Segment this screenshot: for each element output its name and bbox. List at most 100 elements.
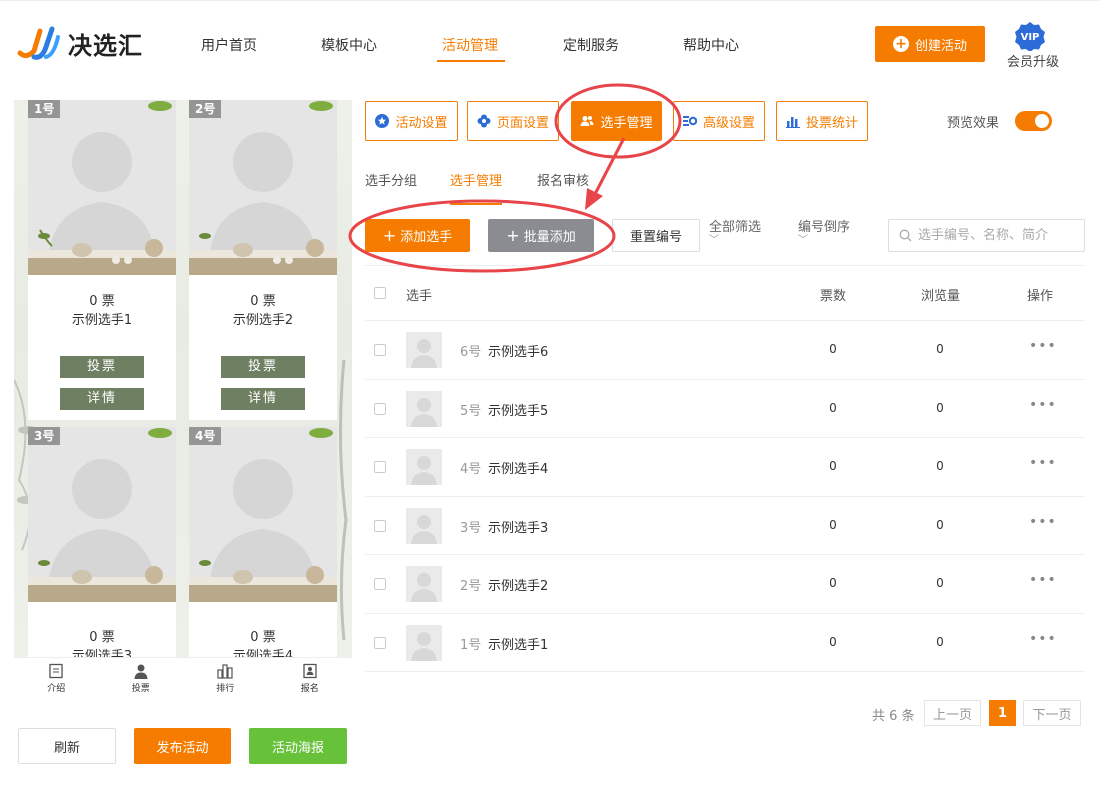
sort-dropdown[interactable]: 编号倒序 ﹀ bbox=[798, 220, 850, 246]
brand-name: 决选汇 bbox=[68, 31, 143, 60]
preview-effect-label: 预览效果 bbox=[947, 116, 1000, 131]
plus-circle-icon: + bbox=[892, 36, 909, 52]
player-name: 示例选手3 bbox=[488, 520, 549, 536]
player-votes: 0 票 bbox=[89, 630, 115, 645]
nav-active-indicator bbox=[437, 60, 505, 62]
table-row[interactable]: 1号 示例选手1 0 0 ••• bbox=[365, 614, 1085, 672]
tab-vote-stats[interactable]: 投票统计 bbox=[776, 101, 868, 141]
player-number-badge: 2号 bbox=[189, 100, 222, 118]
search-input[interactable] bbox=[918, 228, 1083, 243]
player-view-count: 0 bbox=[936, 342, 944, 356]
tab-activity-settings[interactable]: 活动设置 bbox=[365, 101, 458, 141]
svg-text:VIP: VIP bbox=[1021, 32, 1040, 43]
player-view-count: 0 bbox=[936, 517, 944, 532]
create-activity-button[interactable]: + 创建活动 bbox=[875, 26, 985, 62]
more-actions-icon[interactable]: ••• bbox=[1029, 514, 1057, 530]
more-actions-icon[interactable]: ••• bbox=[1029, 397, 1057, 413]
more-actions-icon[interactable]: ••• bbox=[1029, 631, 1057, 647]
pagination: 共 6 条 上一页 1 下一页 bbox=[0, 700, 1100, 726]
signup-icon bbox=[303, 663, 317, 679]
detail-button[interactable]: 详情 bbox=[221, 388, 305, 410]
tab-label: 页面设置 bbox=[496, 115, 549, 131]
more-actions-icon[interactable]: ••• bbox=[1029, 455, 1057, 471]
current-page-button[interactable]: 1 bbox=[989, 700, 1016, 726]
player-votes: 0 票 bbox=[89, 294, 115, 309]
subtab-signup-review[interactable]: 报名审核 bbox=[537, 170, 589, 189]
player-search-box[interactable] bbox=[888, 219, 1085, 252]
player-photo bbox=[189, 100, 337, 275]
vote-button[interactable]: 投票 bbox=[60, 356, 144, 378]
nav-help[interactable]: 帮助中心 bbox=[683, 35, 739, 55]
bottom-nav-label: 排行 bbox=[216, 684, 235, 694]
add-player-button[interactable]: + 添加选手 bbox=[365, 219, 470, 252]
nav-home[interactable]: 用户首页 bbox=[201, 35, 257, 55]
bottom-nav-vote[interactable]: 投票 bbox=[99, 658, 184, 699]
bottom-nav-signup[interactable]: 报名 bbox=[268, 658, 353, 699]
refresh-button[interactable]: 刷新 bbox=[18, 728, 116, 764]
sort-dropdown-label: 编号倒序 bbox=[798, 220, 851, 235]
player-view-count: 0 bbox=[936, 400, 944, 415]
player-avatar bbox=[406, 449, 442, 485]
row-checkbox[interactable] bbox=[374, 402, 386, 415]
search-icon bbox=[899, 229, 912, 242]
brand-logo[interactable]: 决选汇 bbox=[16, 23, 143, 63]
reset-numbering-button[interactable]: 重置编号 bbox=[612, 219, 700, 252]
vip-badge-icon[interactable]: VIP bbox=[1014, 21, 1046, 51]
more-actions-icon[interactable]: ••• bbox=[1029, 572, 1057, 588]
row-checkbox[interactable] bbox=[374, 519, 386, 532]
star-icon bbox=[375, 114, 390, 128]
player-name: 示例选手4 bbox=[232, 649, 294, 657]
player-card-1[interactable]: 1号 0 票 示例选手1 投票 详情 bbox=[28, 100, 176, 420]
filter-dropdown[interactable]: 全部筛选 ﹀ bbox=[709, 220, 761, 246]
select-all-checkbox[interactable] bbox=[374, 287, 386, 299]
bottom-nav-intro[interactable]: 介绍 bbox=[14, 658, 99, 699]
top-header: 决选汇 用户首页 模板中心 活动管理 定制服务 帮助中心 + 创建活动 VIP … bbox=[0, 0, 1100, 86]
row-checkbox[interactable] bbox=[374, 344, 386, 356]
preview-effect-toggle[interactable] bbox=[1015, 111, 1052, 131]
player-number: 4号 bbox=[460, 462, 482, 477]
activity-poster-button[interactable]: 活动海报 bbox=[249, 728, 347, 764]
row-checkbox[interactable] bbox=[374, 636, 386, 649]
tab-label: 高级设置 bbox=[702, 115, 755, 131]
next-page-button[interactable]: 下一页 bbox=[1023, 700, 1081, 726]
tab-label: 投票统计 bbox=[805, 115, 858, 131]
table-body: 6号 示例选手6 0 0 ••• 5号 示例选手5 0 0 ••• 4号 示例选… bbox=[365, 321, 1085, 672]
vote-button[interactable]: 投票 bbox=[221, 356, 305, 378]
table-row[interactable]: 3号 示例选手3 0 0 ••• bbox=[365, 497, 1085, 555]
player-card-2[interactable]: 2号 0 票 示例选手2 投票 详情 bbox=[189, 100, 337, 420]
bottom-nav-ranking[interactable]: 排行 bbox=[183, 658, 268, 699]
publish-activity-button[interactable]: 发布活动 bbox=[134, 728, 231, 764]
player-avatar bbox=[406, 390, 442, 427]
table-row[interactable]: 2号 示例选手2 0 0 ••• bbox=[365, 555, 1085, 614]
annotation-arrow-head bbox=[585, 188, 603, 210]
prev-page-button[interactable]: 上一页 bbox=[924, 700, 981, 726]
bottom-nav-label: 投票 bbox=[131, 684, 150, 694]
more-actions-icon[interactable]: ••• bbox=[1029, 338, 1057, 354]
row-checkbox[interactable] bbox=[374, 578, 386, 590]
nav-custom-service[interactable]: 定制服务 bbox=[563, 35, 619, 55]
tab-page-settings[interactable]: 页面设置 bbox=[467, 101, 559, 141]
player-votes: 0 票 bbox=[250, 630, 276, 645]
nav-activity-manage[interactable]: 活动管理 bbox=[442, 35, 498, 55]
bottom-nav-label: 报名 bbox=[300, 684, 319, 694]
table-row[interactable]: 5号 示例选手5 0 0 ••• bbox=[365, 380, 1085, 438]
bar-chart-icon bbox=[785, 117, 800, 128]
player-name: 示例选手5 bbox=[488, 403, 549, 419]
subtab-player-manage[interactable]: 选手管理 bbox=[450, 170, 502, 189]
player-card-3[interactable]: 3号 0 票 示例选手3 bbox=[28, 427, 176, 657]
vip-upgrade-link[interactable]: 会员升级 bbox=[1002, 51, 1064, 70]
detail-button[interactable]: 详情 bbox=[60, 388, 144, 410]
batch-add-button[interactable]: + 批量添加 bbox=[488, 219, 594, 252]
mobile-preview[interactable]: 1号 0 票 示例选手1 投票 详情 2号 0 票 示例选手2 投票 详情 3号… bbox=[14, 100, 352, 657]
player-number-badge: 4号 bbox=[189, 427, 222, 445]
player-card-4[interactable]: 4号 0 票 示例选手4 bbox=[189, 427, 337, 657]
tab-advanced-settings[interactable]: 高级设置 bbox=[673, 101, 765, 141]
tab-player-manage[interactable]: 选手管理 bbox=[571, 101, 662, 141]
player-votes: 0 票 bbox=[250, 294, 276, 309]
nav-templates[interactable]: 模板中心 bbox=[321, 35, 377, 55]
player-photo bbox=[28, 100, 176, 275]
subtab-player-groups[interactable]: 选手分组 bbox=[365, 170, 417, 189]
table-row[interactable]: 4号 示例选手4 0 0 ••• bbox=[365, 438, 1085, 497]
table-row[interactable]: 6号 示例选手6 0 0 ••• bbox=[365, 321, 1085, 380]
row-checkbox[interactable] bbox=[374, 461, 386, 473]
